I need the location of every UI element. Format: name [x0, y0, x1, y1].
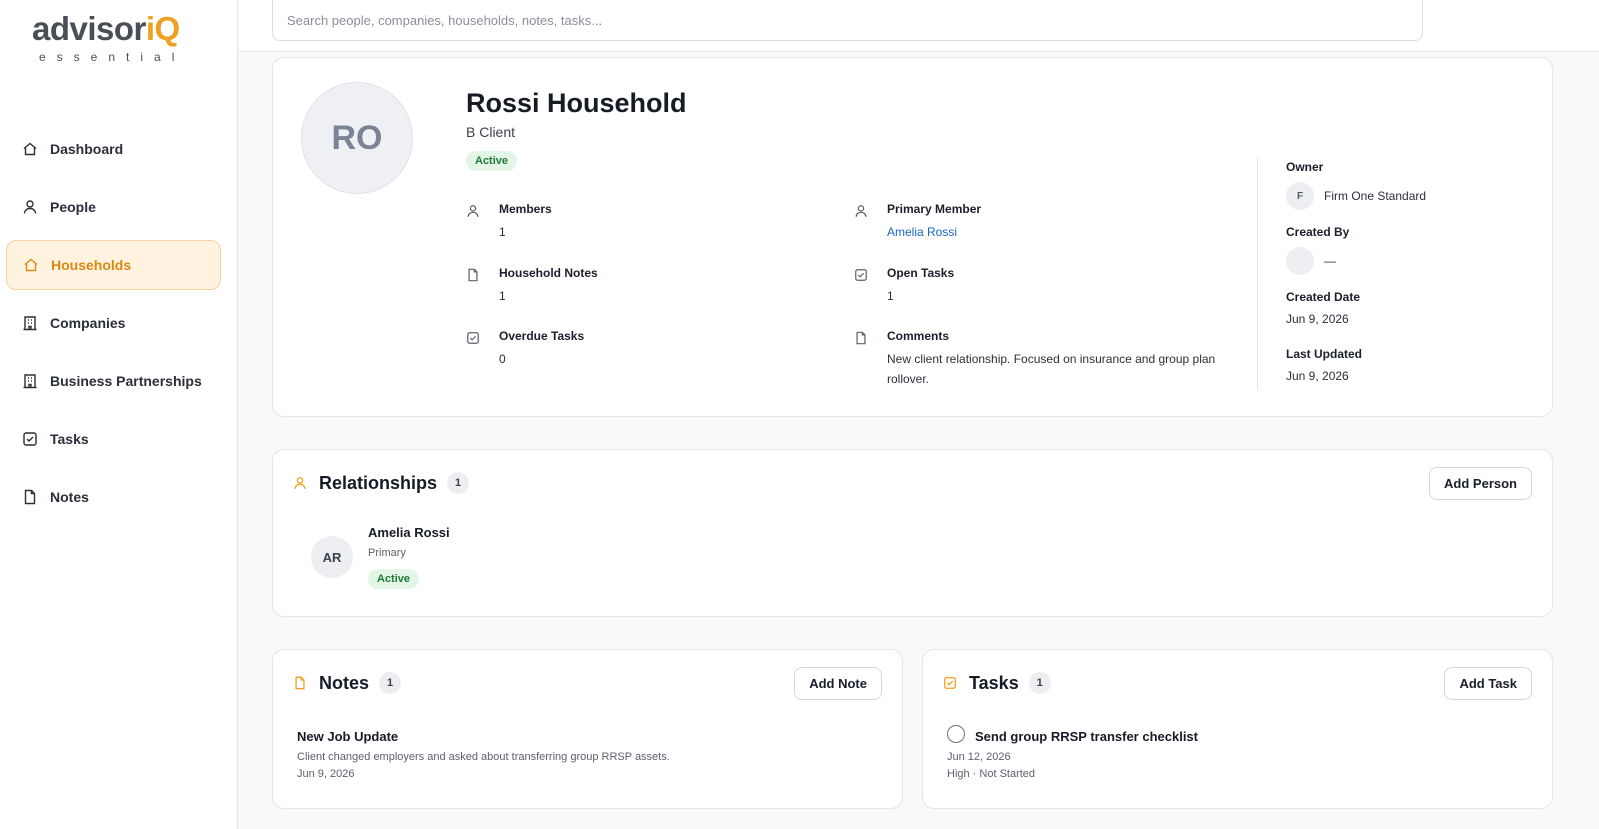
section-title: Tasks: [969, 672, 1019, 693]
meta-label: Owner: [1286, 160, 1324, 174]
nav-item-business-partnerships[interactable]: Business Partnerships: [6, 356, 221, 406]
field-label: Open Tasks: [887, 266, 955, 280]
creator-name: —: [1324, 254, 1336, 268]
nav-item-dashboard[interactable]: Dashboard: [6, 124, 221, 174]
relationships-card: Relationships 1 Add Person AR Amelia Ros…: [272, 449, 1553, 617]
meta-label: Last Updated: [1286, 347, 1363, 361]
status-badge: Active: [466, 151, 518, 171]
field-value: 0: [499, 352, 506, 366]
add-person-button[interactable]: Add Person: [1429, 467, 1532, 500]
checkbox-icon: [467, 332, 479, 344]
nav-label: Notes: [50, 489, 89, 505]
main-nav: Dashboard People Households Companies Bu…: [6, 124, 221, 530]
nav-label: Companies: [50, 315, 126, 331]
field-value: 1: [499, 225, 506, 239]
document-icon: [24, 489, 36, 505]
meta-value: Jun 9, 2026: [1286, 312, 1349, 326]
brand-tagline: essential: [39, 50, 186, 64]
primary-member-link[interactable]: Amelia Rossi: [887, 225, 957, 239]
person-icon: [467, 205, 479, 217]
person-icon: [23, 200, 37, 214]
field-label: Comments: [887, 329, 950, 343]
field-label: Members: [499, 202, 552, 216]
add-task-button[interactable]: Add Task: [1444, 667, 1532, 700]
divider: [1257, 158, 1258, 390]
building-icon: [23, 374, 37, 389]
household-avatar: RO: [301, 82, 413, 194]
nav-label: People: [50, 199, 96, 215]
notes-card: Notes 1 Add Note New Job Update Client c…: [272, 649, 903, 809]
status-badge: Active: [368, 569, 420, 589]
meta-label: Created Date: [1286, 290, 1361, 304]
brand-logo[interactable]: advisoriQ essential: [32, 10, 212, 64]
nav-item-households[interactable]: Households: [6, 240, 221, 290]
checkbox-icon: [23, 432, 37, 446]
count-badge: 1: [379, 672, 402, 694]
relationship-role: Primary: [368, 547, 406, 559]
note-body: Client changed employers and asked about…: [297, 751, 670, 763]
nav-item-tasks[interactable]: Tasks: [6, 414, 221, 464]
nav-item-notes[interactable]: Notes: [6, 472, 221, 522]
home-icon: [24, 258, 38, 272]
brand-accent: iQ: [145, 10, 180, 47]
add-note-button[interactable]: Add Note: [794, 667, 882, 700]
field-label: Primary Member: [887, 202, 982, 216]
meta-label: Created By: [1286, 225, 1350, 239]
nav-item-people[interactable]: People: [6, 182, 221, 232]
top-bar: [239, 0, 1599, 52]
task-complete-checkbox[interactable]: [947, 725, 965, 743]
relationship-name: Amelia Rossi: [368, 525, 450, 540]
household-summary-card: RO Rossi Household B Client Active Membe…: [272, 57, 1553, 417]
section-title: Notes: [319, 672, 370, 693]
creator-avatar: [1286, 247, 1314, 275]
nav-label: Households: [51, 257, 132, 273]
document-icon: [856, 331, 866, 345]
tasks-card: Tasks 1 Add Task Send group RRSP transfe…: [922, 649, 1553, 809]
section-title: Relationships: [319, 472, 438, 493]
nav-item-companies[interactable]: Companies: [6, 298, 221, 348]
avatar: AR: [311, 536, 353, 578]
meta-last-updated: Last Updated Jun 9, 2026: [1286, 347, 1362, 383]
count-badge: 1: [1028, 672, 1051, 694]
field-label: Overdue Tasks: [499, 329, 585, 343]
document-icon: [295, 676, 305, 690]
checkbox-icon: [855, 269, 867, 281]
page-title: Rossi Household: [466, 88, 687, 118]
owner-name: Firm One Standard: [1324, 189, 1427, 203]
household-tier: B Client: [466, 124, 516, 140]
nav-label: Dashboard: [50, 141, 124, 157]
nav-label: Tasks: [50, 431, 89, 447]
task-title: Send group RRSP transfer checklist: [975, 729, 1198, 744]
owner-avatar: F: [1286, 182, 1314, 210]
meta-created-by: Created By —: [1286, 225, 1349, 275]
note-date: Jun 9, 2026: [297, 768, 355, 780]
count-badge: 1: [447, 472, 470, 494]
meta-owner: Owner F Firm One Standard: [1286, 160, 1426, 210]
nav-label: Business Partnerships: [50, 373, 202, 389]
brand-name: advisor: [32, 10, 146, 47]
meta-created-date: Created Date Jun 9, 2026: [1286, 290, 1360, 326]
task-detail: High · Not Started: [947, 768, 1036, 780]
person-icon: [294, 477, 306, 489]
home-icon: [23, 142, 37, 156]
field-value: 1: [887, 289, 894, 303]
meta-value: Jun 9, 2026: [1286, 369, 1349, 383]
field-value: 1: [499, 289, 506, 303]
note-title: New Job Update: [297, 729, 399, 744]
building-icon: [23, 316, 37, 331]
person-icon: [855, 205, 867, 217]
field-value: New client relationship. Focused on insu…: [887, 352, 1216, 386]
sidebar: advisoriQ essential Dashboard People Hou…: [0, 0, 238, 829]
task-due-date: Jun 12, 2026: [947, 751, 1011, 763]
checkbox-icon: [944, 677, 956, 689]
field-label: Household Notes: [499, 266, 598, 280]
search-input[interactable]: [272, 0, 1423, 41]
document-icon: [468, 268, 478, 282]
